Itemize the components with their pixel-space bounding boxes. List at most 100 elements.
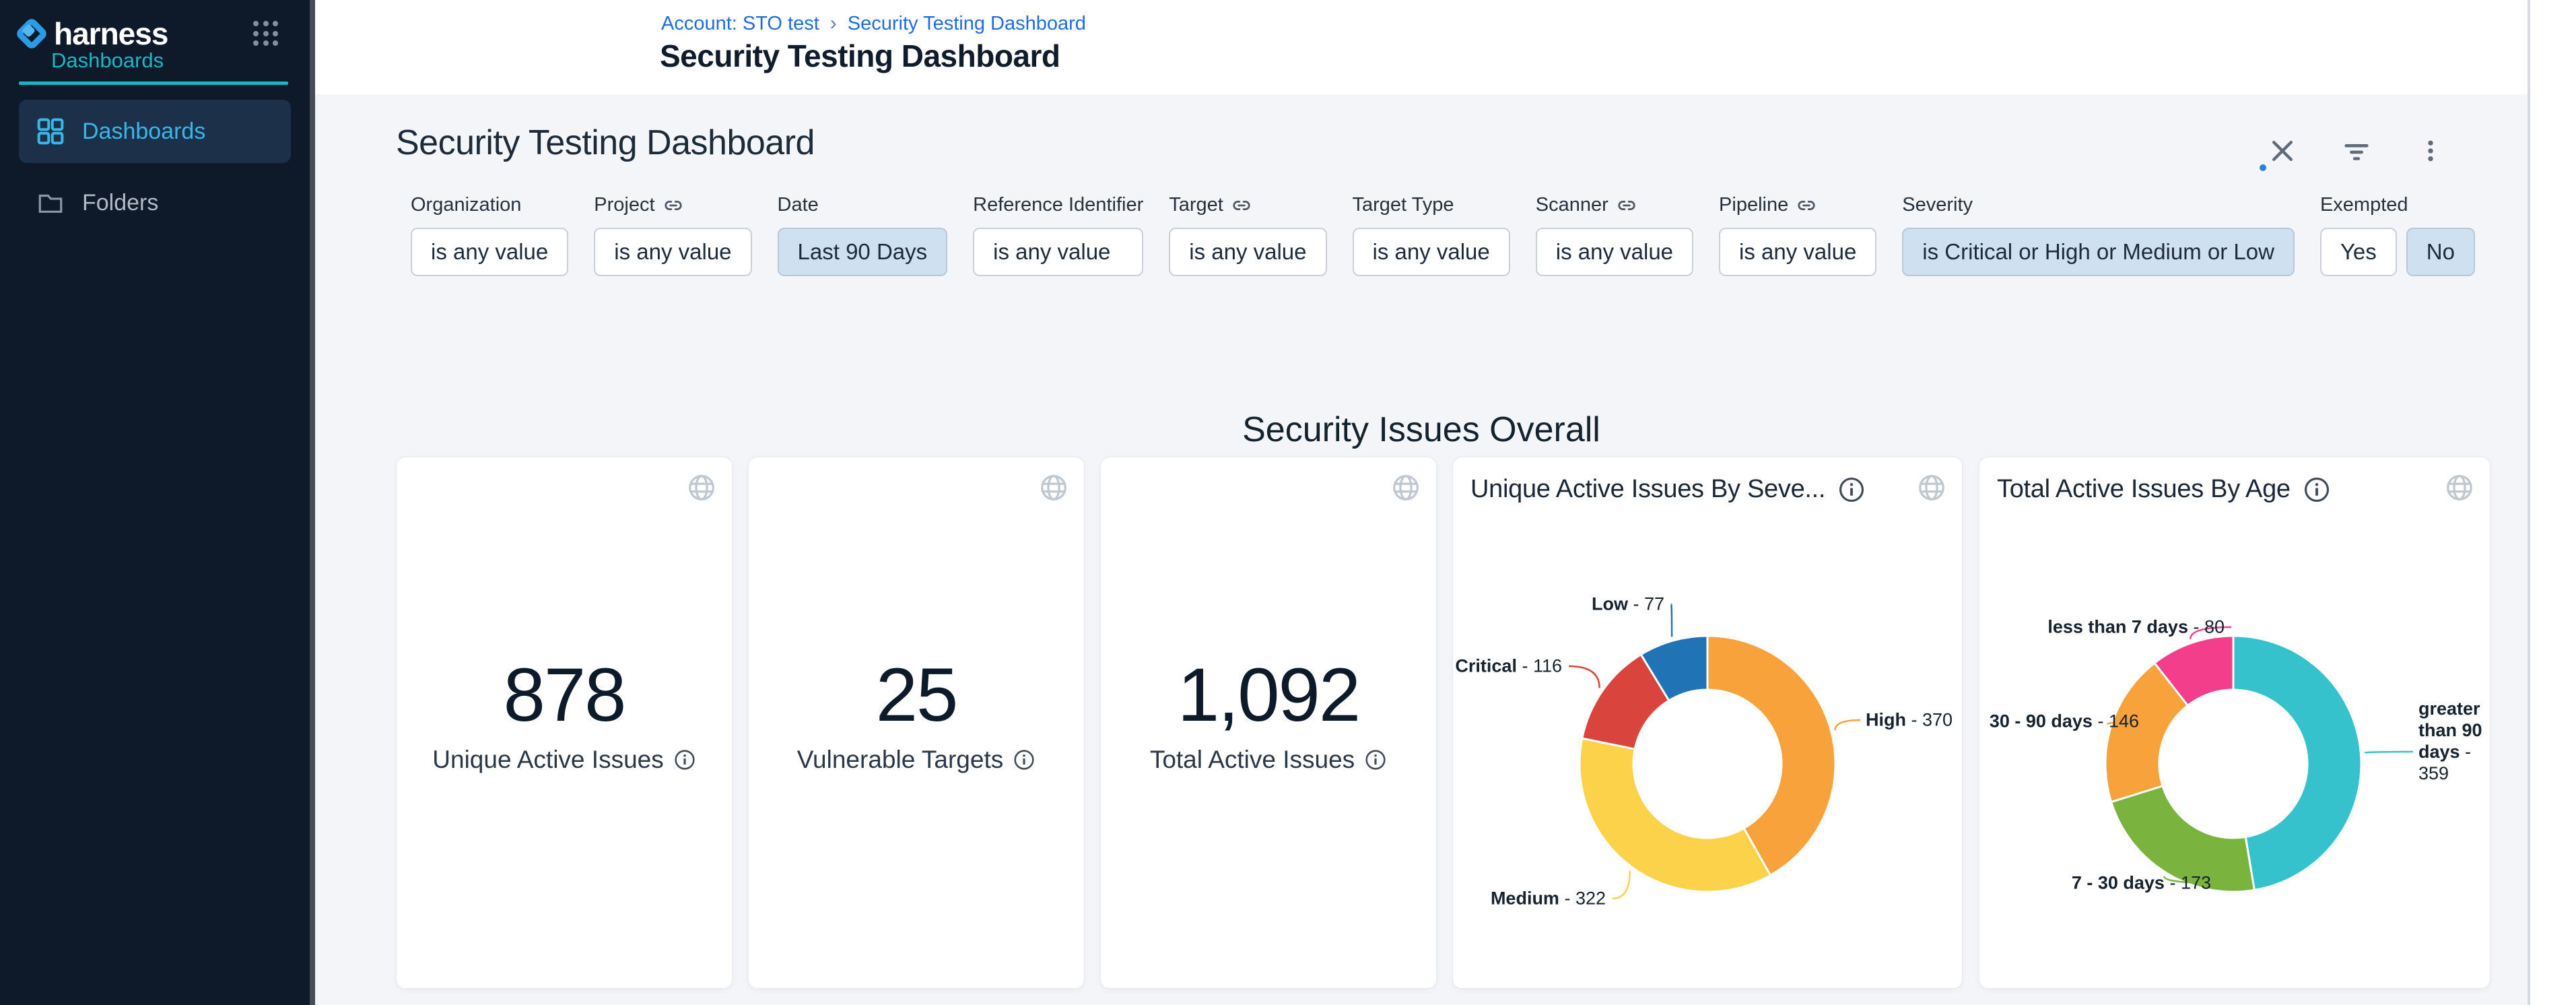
filter-chip-pipeline[interactable]: is any value <box>1719 228 1876 276</box>
donut-slice[interactable] <box>2155 636 2233 705</box>
close-button[interactable] <box>2266 135 2299 167</box>
breadcrumb-chevron-icon: › <box>830 12 837 35</box>
chart-title: Unique Active Issues By Seve... <box>1470 475 1825 504</box>
more-options-button[interactable] <box>2414 135 2447 167</box>
globe-icon[interactable] <box>1038 472 1069 503</box>
cards-row: 878 Unique Active Issues 25 Vulnerable T… <box>396 457 2490 989</box>
stat-label: Vulnerable Targets <box>797 746 1003 774</box>
filter-severity: Severity is Critical or High or Medium o… <box>1902 194 2295 276</box>
donut-slice[interactable] <box>1707 636 1835 875</box>
filter-bar: Organization is any value Project is any… <box>411 194 2475 276</box>
slice-label: Critical - 116 <box>1455 656 1562 677</box>
filter-label: Project <box>594 194 751 216</box>
chart-title: Total Active Issues By Age <box>1997 475 2291 504</box>
breadcrumb-account-link[interactable]: Account: STO test <box>661 13 819 35</box>
globe-icon[interactable] <box>686 472 717 503</box>
folder-icon <box>36 189 65 217</box>
stat-value: 1,092 <box>1101 651 1436 738</box>
slice-label: greater than 90 days - 359 <box>2418 699 2488 784</box>
link-icon <box>1231 195 1252 216</box>
filter-chip-organization[interactable]: is any value <box>411 228 568 276</box>
leader-line <box>1613 871 1630 899</box>
filter-target-type: Target Type is any value <box>1353 194 1510 276</box>
sidebar-item-folders[interactable]: Folders <box>19 171 291 234</box>
globe-icon[interactable] <box>1390 472 1421 503</box>
stat-value: 878 <box>397 651 732 738</box>
donut-slice[interactable] <box>2105 663 2188 802</box>
filter-chip-target-type[interactable]: is any value <box>1353 228 1510 276</box>
sidebar: harness Dashboards Dashboards Folders <box>0 0 310 1005</box>
slice-label: Low - 77 <box>1592 594 1664 615</box>
globe-icon[interactable] <box>2444 472 2475 503</box>
kebab-menu-icon <box>2417 137 2444 164</box>
filter-date: Date Last 90 Days <box>778 194 948 276</box>
filter-label: Pipeline <box>1719 194 1876 216</box>
filter-chip-severity[interactable]: is Critical or High or Medium or Low <box>1902 228 2295 276</box>
stat-card-vulnerable-targets: 25 Vulnerable Targets <box>748 457 1085 989</box>
filter-button[interactable] <box>2340 135 2373 167</box>
filter-label: Scanner <box>1536 194 1693 216</box>
breadcrumb: Account: STO test › Security Testing Das… <box>661 12 1086 35</box>
filter-organization: Organization is any value <box>411 194 568 276</box>
link-icon <box>1796 195 1817 216</box>
info-icon[interactable] <box>1837 476 1866 504</box>
info-icon[interactable] <box>673 748 696 771</box>
sidebar-item-label: Dashboards <box>82 119 205 145</box>
filter-project: Project is any value <box>594 194 751 276</box>
donut-slice[interactable] <box>2111 786 2255 892</box>
info-icon[interactable] <box>1013 748 1036 771</box>
sidebar-item-dashboards[interactable]: Dashboards <box>19 100 291 163</box>
stat-label: Total Active Issues <box>1150 746 1355 774</box>
leader-line <box>2190 627 2231 639</box>
breadcrumb-dashboard-link[interactable]: Security Testing Dashboard <box>848 13 1086 35</box>
filter-chip-target[interactable]: is any value <box>1169 228 1326 276</box>
info-icon[interactable] <box>1364 748 1387 771</box>
top-header: Account: STO test › Security Testing Das… <box>315 0 2576 94</box>
page-title: Security Testing Dashboard <box>660 38 1060 74</box>
filter-label: Target Type <box>1353 194 1510 216</box>
brand-name: harness <box>54 15 253 52</box>
globe-icon[interactable] <box>1916 472 1947 503</box>
leader-line <box>2107 721 2146 725</box>
filter-label: Exempted <box>2320 194 2475 216</box>
filter-chip-project[interactable]: is any value <box>594 228 751 276</box>
filter-exempted: Exempted Yes No <box>2320 194 2475 276</box>
slice-label: Medium - 322 <box>1491 888 1606 909</box>
filter-label: Date <box>778 194 948 216</box>
donut-slice[interactable] <box>1580 738 1771 892</box>
info-icon[interactable] <box>2303 476 2331 504</box>
sidebar-item-label: Folders <box>82 190 158 216</box>
grid-apps-icon[interactable] <box>253 21 279 46</box>
slice-label: 7 - 30 days - 173 <box>2072 873 2211 894</box>
dashboard-content: Security Testing Dashboard <box>315 94 2528 1005</box>
filter-chip-exempted-no[interactable]: No <box>2406 228 2475 276</box>
leader-line <box>2365 752 2413 753</box>
right-gutter[interactable] <box>2530 0 2576 1005</box>
filter-scanner: Scanner is any value <box>1536 194 1693 276</box>
filter-icon <box>2341 135 2372 166</box>
filter-pipeline: Pipeline is any value <box>1719 194 1876 276</box>
module-underline <box>19 82 288 85</box>
stat-card-unique-active-issues: 878 Unique Active Issues <box>396 457 733 989</box>
leader-line <box>1835 720 1860 730</box>
filter-chip-date[interactable]: Last 90 Days <box>778 228 948 276</box>
app-root: harness Dashboards Dashboards Folders <box>0 0 2576 1005</box>
donut-chart-age <box>1979 457 2491 990</box>
slice-label: less than 7 days - 80 <box>2047 617 2225 638</box>
slice-label: 30 - 90 days - 146 <box>1990 711 2139 732</box>
sidebar-resize-handle[interactable] <box>310 0 315 1005</box>
slice-label: High - 370 <box>1866 710 1953 731</box>
donut-slice[interactable] <box>1582 655 1669 749</box>
filter-label: Target <box>1169 194 1326 216</box>
filter-chip-reference-identifier[interactable]: is any value <box>973 228 1143 276</box>
link-icon <box>663 195 683 216</box>
donut-slice[interactable] <box>2233 636 2361 890</box>
stat-card-total-active-issues: 1,092 Total Active Issues <box>1100 457 1437 989</box>
donut-chart-severity <box>1453 457 1963 990</box>
filter-chip-exempted-yes[interactable]: Yes <box>2320 228 2397 276</box>
module-name: Dashboards <box>51 48 164 73</box>
donut-slice[interactable] <box>1641 636 1707 701</box>
filter-chip-scanner[interactable]: is any value <box>1536 228 1693 276</box>
dashboard-panel-title: Security Testing Dashboard <box>396 123 815 163</box>
panel-actions <box>2266 135 2447 167</box>
